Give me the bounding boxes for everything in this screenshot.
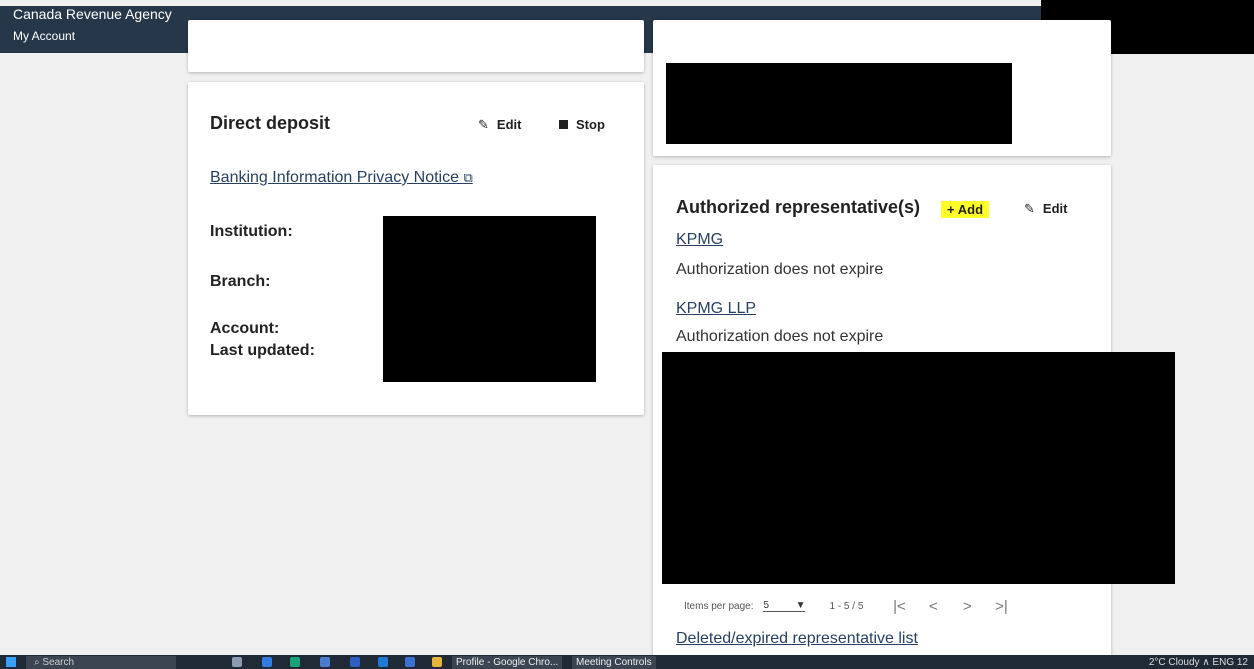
windows-start-icon[interactable] — [6, 657, 16, 667]
branch-label: Branch: — [210, 273, 271, 290]
dropdown-arrow-icon: ▼ — [795, 600, 806, 611]
taskbar-chrome-window[interactable]: Profile - Google Chro... — [452, 656, 563, 669]
section-name[interactable]: My Account — [13, 28, 75, 44]
institution-label: Institution: — [210, 223, 293, 240]
first-page-button[interactable]: |< — [885, 598, 913, 615]
items-per-page-label: Items per page: — [684, 600, 754, 612]
edge-icon[interactable] — [290, 657, 300, 667]
stop-label: Stop — [576, 117, 605, 132]
direct-deposit-title: Direct deposit — [210, 113, 331, 133]
representative-link-0[interactable]: KPMG — [676, 231, 723, 249]
taskbar-search[interactable]: ⌕ Search — [26, 656, 176, 669]
authorized-representatives-card: Authorized representative(s) + Add ✎ Edi… — [653, 165, 1175, 669]
agency-name[interactable]: Canada Revenue Agency — [13, 6, 172, 23]
pencil-icon: ✎ — [478, 117, 489, 132]
redacted-area — [666, 63, 1012, 144]
authorized-reps-title: Authorized representative(s) — [676, 197, 921, 217]
deleted-expired-representatives-link[interactable]: Deleted/expired representative list — [676, 630, 918, 648]
teams-icon[interactable] — [405, 657, 415, 667]
paginator: Items per page: 5 ▼ 1 - 5 / 5 |< < > >| — [684, 596, 1015, 616]
last-updated-label: Last updated: — [210, 342, 315, 359]
external-link-icon: ⧉ — [463, 170, 473, 185]
file-explorer-icon[interactable] — [432, 657, 442, 667]
add-highlight: + Add — [941, 201, 990, 218]
representative-status-0: Authorization does not expire — [676, 261, 884, 278]
stop-icon — [559, 120, 568, 129]
task-view-icon[interactable] — [232, 657, 242, 667]
taskbar-meeting-controls[interactable]: Meeting Controls — [572, 656, 656, 669]
system-tray[interactable]: 2°C Cloudy ∧ ENG 12 — [1149, 656, 1248, 669]
items-per-page-value: 5 — [763, 600, 770, 611]
account-label: Account: — [210, 320, 280, 337]
card-previous-right — [653, 20, 1111, 156]
redacted-banking-details — [383, 216, 596, 382]
next-page-button[interactable]: > — [953, 598, 981, 615]
representative-status-1: Authorization does not expire — [676, 328, 884, 345]
add-label: Add — [957, 202, 984, 217]
taskbar-search-label: Search — [42, 657, 75, 668]
card-previous-left — [188, 20, 644, 72]
add-representative-button[interactable]: + Add — [941, 201, 990, 218]
pencil-icon: ✎ — [1024, 201, 1035, 216]
os-taskbar: ⌕ Search Profile - Google Chro... Meetin… — [0, 655, 1254, 669]
taskbar-app-icon[interactable] — [262, 657, 272, 667]
banking-privacy-notice-link[interactable]: Banking Information Privacy Notice ⧉ — [210, 169, 473, 187]
privacy-link-text: Banking Information Privacy Notice — [210, 169, 459, 186]
last-page-button[interactable]: >| — [987, 598, 1015, 615]
taskbar-app-icon[interactable] — [320, 657, 330, 667]
redacted-representatives — [662, 352, 1175, 584]
representatives-edit-button[interactable]: ✎ Edit — [1024, 201, 1067, 216]
edit-label: Edit — [1042, 201, 1068, 216]
items-per-page-select[interactable]: 5 ▼ — [763, 600, 806, 612]
edit-label: Edit — [496, 117, 522, 132]
direct-deposit-stop-button[interactable]: Stop — [559, 117, 605, 132]
plus-icon: + — [947, 202, 955, 217]
previous-page-button[interactable]: < — [919, 598, 947, 615]
direct-deposit-edit-button[interactable]: ✎ Edit — [478, 117, 521, 132]
direct-deposit-card: Direct deposit ✎ Edit Stop Banking Infor… — [188, 82, 644, 415]
outlook-icon[interactable] — [378, 657, 388, 667]
taskbar-app-icon[interactable] — [350, 657, 360, 667]
page-range: 1 - 5 / 5 — [829, 600, 864, 612]
representative-link-1[interactable]: KPMG LLP — [676, 300, 756, 318]
